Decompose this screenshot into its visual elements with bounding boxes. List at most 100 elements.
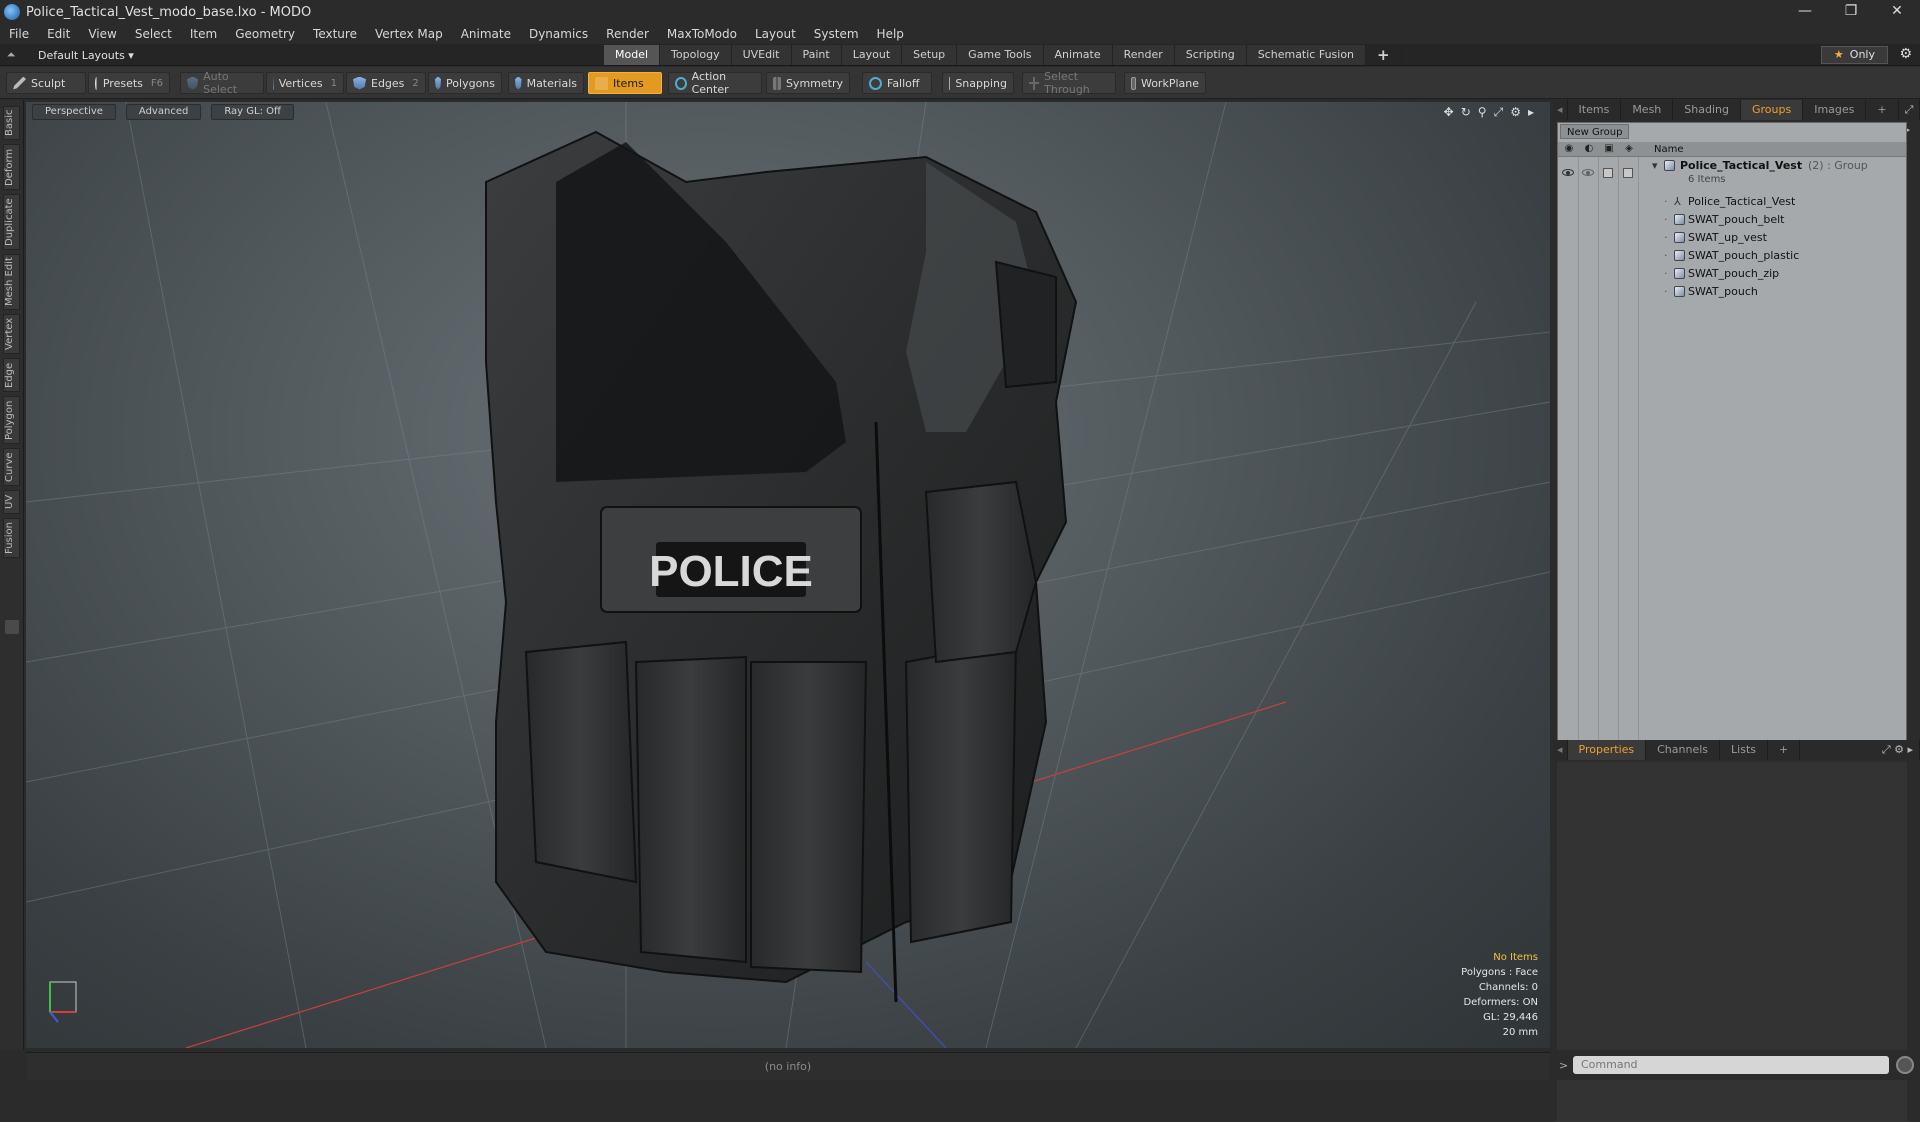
tab-basic[interactable]: Basic <box>3 106 20 140</box>
tab-vertex[interactable]: Vertex <box>3 314 20 354</box>
sculpt-button[interactable]: Sculpt <box>6 72 86 94</box>
tab-uvedit[interactable]: UVEdit <box>731 45 792 65</box>
menu-view[interactable]: View <box>79 24 125 44</box>
tab-uv[interactable]: UV <box>3 490 20 514</box>
snapping-button[interactable]: Snapping <box>942 72 1014 94</box>
menu-geometry[interactable]: Geometry <box>226 24 304 44</box>
menu-file[interactable]: File <box>0 24 38 44</box>
shading-dropdown[interactable]: Advanced <box>125 104 202 120</box>
menu-system[interactable]: System <box>805 24 868 44</box>
add-tab-button[interactable]: + <box>1366 45 1402 65</box>
tab-groups[interactable]: Groups <box>1740 100 1804 120</box>
polygons-button[interactable]: Polygons <box>428 72 502 94</box>
tab-curve[interactable]: Curve <box>3 448 20 486</box>
tab-shading[interactable]: Shading <box>1673 100 1741 120</box>
new-group-button[interactable]: New Group <box>1560 124 1630 139</box>
command-history-chevron-icon[interactable]: > <box>1559 1059 1568 1072</box>
tab-images[interactable]: Images <box>1803 100 1867 120</box>
bottom-collapse-icon[interactable]: ◂ <box>1553 740 1568 760</box>
tab-animate[interactable]: Animate <box>1043 45 1113 65</box>
tab-layout[interactable]: Layout <box>841 45 903 65</box>
tab-polygon[interactable]: Polygon <box>3 396 20 444</box>
tab-items[interactable]: Items <box>1568 100 1622 120</box>
gear-icon[interactable]: ⚙ <box>1899 46 1912 62</box>
only-toggle[interactable]: ★ Only <box>1820 46 1888 64</box>
menu-item[interactable]: Item <box>181 24 226 44</box>
group-child-row[interactable]: · SWAT_pouch_zip <box>1558 265 1906 283</box>
menu-help[interactable]: Help <box>868 24 913 44</box>
items-button[interactable]: Items <box>588 72 662 94</box>
expand-arrow-icon[interactable]: ▾ <box>1652 157 1658 175</box>
palette-toggle-icon[interactable] <box>5 620 19 634</box>
group-child-row[interactable]: · SWAT_pouch_belt <box>1558 211 1906 229</box>
tab-properties[interactable]: Properties <box>1567 740 1647 760</box>
maximize-view-icon[interactable]: ⤢ <box>1494 105 1504 120</box>
close-button[interactable]: ✕ <box>1874 0 1920 24</box>
materials-button[interactable]: Materials <box>508 72 584 94</box>
zoom-icon[interactable]: ⚲ <box>1478 105 1487 120</box>
lock-column-icon[interactable]: ▣ <box>1602 143 1616 155</box>
pan-icon[interactable]: ✥ <box>1444 105 1454 120</box>
visibility-column-icon[interactable]: ◉ <box>1562 143 1576 155</box>
minimize-button[interactable]: — <box>1782 0 1828 24</box>
render-column-icon[interactable]: ◐ <box>1582 143 1596 155</box>
tab-channels[interactable]: Channels <box>1646 740 1721 760</box>
falloff-button[interactable]: Falloff <box>862 72 932 94</box>
tab-game-tools[interactable]: Game Tools <box>957 45 1044 65</box>
group-child-row[interactable]: · SWAT_pouch <box>1558 283 1906 301</box>
layout-dropdown[interactable]: Default Layouts ▾ <box>38 49 134 62</box>
tab-scripting[interactable]: Scripting <box>1174 45 1247 65</box>
menu-dynamics[interactable]: Dynamics <box>520 24 597 44</box>
name-column-header[interactable]: Name <box>1654 142 1684 157</box>
raygl-toggle[interactable]: Ray GL: Off <box>211 104 294 120</box>
tab-deform[interactable]: Deform <box>3 144 20 190</box>
menu-maxtomodo[interactable]: MaxToModo <box>658 24 746 44</box>
visibility-eye-icon[interactable] <box>1562 169 1574 176</box>
group-child-row[interactable]: · SWAT_up_vest <box>1558 229 1906 247</box>
menu-edit[interactable]: Edit <box>38 24 79 44</box>
menu-select[interactable]: Select <box>126 24 181 44</box>
maximize-button[interactable]: ❐ <box>1828 0 1874 24</box>
auto-select-button[interactable]: Auto Select <box>180 70 264 96</box>
vertices-button[interactable]: Vertices 1 <box>266 72 344 94</box>
tab-topology[interactable]: Topology <box>660 45 732 65</box>
select-checkbox[interactable] <box>1623 168 1633 178</box>
tab-fusion[interactable]: Fusion <box>3 518 20 558</box>
viewport-menu-arrow-icon[interactable]: ▸ <box>1528 105 1534 120</box>
add-panel-tab-icon[interactable]: + <box>1866 100 1899 120</box>
tab-model[interactable]: Model <box>604 45 661 65</box>
tab-schematic-fusion[interactable]: Schematic Fusion <box>1246 45 1367 65</box>
tab-render[interactable]: Render <box>1112 45 1175 65</box>
view-type-dropdown[interactable]: Perspective <box>32 104 116 120</box>
lock-checkbox[interactable] <box>1603 168 1613 178</box>
group-child-row[interactable]: · ⅄ Police_Tactical_Vest <box>1558 193 1906 211</box>
viewport-settings-icon[interactable]: ⚙ <box>1510 105 1521 120</box>
tab-paint[interactable]: Paint <box>791 45 842 65</box>
action-center-button[interactable]: Action Center <box>668 70 762 96</box>
tab-lists[interactable]: Lists <box>1720 740 1768 760</box>
collapse-icon[interactable]: ⏶ <box>0 48 22 62</box>
rotate-icon[interactable]: ↻ <box>1461 105 1471 120</box>
symmetry-button[interactable]: Symmetry <box>766 72 850 94</box>
command-input[interactable]: Command <box>1573 1056 1889 1074</box>
menu-layout[interactable]: Layout <box>746 24 805 44</box>
layout-selector[interactable]: ⏶ Default Layouts ▾ <box>0 44 134 66</box>
edges-button[interactable]: Edges 2 <box>346 72 426 94</box>
menu-texture[interactable]: Texture <box>304 24 366 44</box>
panel-collapse-icon[interactable]: ◂ <box>1553 100 1568 120</box>
group-child-row[interactable]: · SWAT_pouch_plastic <box>1558 247 1906 265</box>
tab-mesh-ops[interactable]: Mesh Ops <box>1621 100 1674 136</box>
presets-button[interactable]: Presets F6 <box>88 72 170 94</box>
menu-render[interactable]: Render <box>597 24 658 44</box>
panel-expand-icon[interactable]: ⤢ ▸ <box>1899 100 1920 136</box>
group-row-root[interactable]: ▾ Police_Tactical_Vest (2) : Group 6 Ite… <box>1558 157 1906 191</box>
tab-mesh-edit[interactable]: Mesh Edit <box>3 254 20 310</box>
add-bottom-tab-icon[interactable]: + <box>1768 740 1801 760</box>
workplane-button[interactable]: WorkPlane <box>1124 72 1206 94</box>
3d-viewport[interactable]: POLICE Perspective Advanced Ray GL: Off … <box>26 102 1550 1048</box>
render-toggle-icon[interactable] <box>1582 169 1594 176</box>
select-column-icon[interactable]: ◈ <box>1622 143 1636 155</box>
tab-setup[interactable]: Setup <box>902 45 958 65</box>
menu-vertex-map[interactable]: Vertex Map <box>366 24 452 44</box>
select-through-button[interactable]: Select Through <box>1022 70 1116 96</box>
